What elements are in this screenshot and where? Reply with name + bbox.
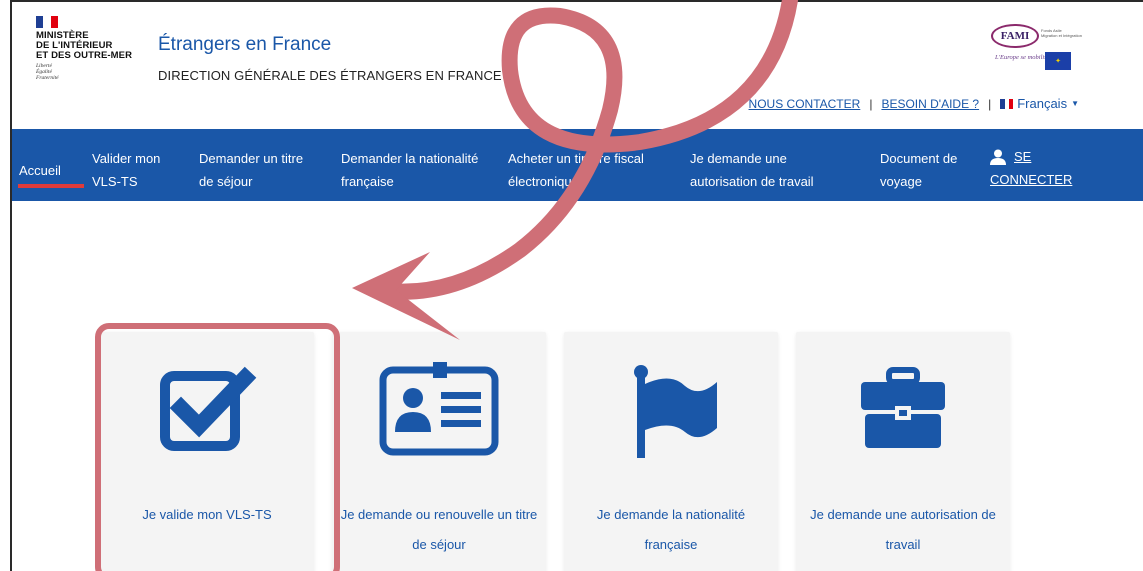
nav-item-timbre-fiscal[interactable]: Acheter un timbre fiscal électronique <box>508 147 644 193</box>
nav-item-accueil[interactable]: Accueil <box>19 159 61 182</box>
site-header: MINISTÈRE DE L'INTÉRIEUR ET DES OUTRE-ME… <box>12 2 1143 128</box>
active-indicator <box>18 184 84 188</box>
nav-item-autorisation-travail[interactable]: Je demande une autorisation de travail <box>690 147 814 193</box>
login-label-2: CONNECTER <box>990 172 1073 187</box>
browser-frame: MINISTÈRE DE L'INTÉRIEUR ET DES OUTRE-ME… <box>10 0 1143 571</box>
annotation-highlight-box <box>95 323 340 571</box>
site-subtitle: DIRECTION GÉNÉRALE DES ÉTRANGERS EN FRAN… <box>158 68 502 83</box>
card-label: Je demande une autorisation de travail <box>810 507 996 552</box>
french-flag-icon <box>36 16 58 28</box>
flag-icon <box>634 365 717 458</box>
language-selector[interactable]: Français ▼ <box>1000 96 1079 111</box>
login-label-1: SE <box>1014 149 1032 164</box>
caret-down-icon: ▼ <box>1071 99 1079 108</box>
main-nav: Accueil Valider mon VLS-TS Demander un t… <box>12 129 1143 201</box>
language-label: Français <box>1017 96 1068 111</box>
id-card-icon <box>379 362 499 456</box>
card-nationalite[interactable]: Je demande la nationalité française <box>564 332 778 571</box>
fami-description: Fonds Asile Migration et Intégration <box>1041 28 1082 38</box>
nav-item-document-voyage[interactable]: Document de voyage <box>880 147 957 193</box>
nav-item-valider-vls-ts[interactable]: Valider mon VLS-TS <box>92 147 160 193</box>
briefcase-icon <box>861 367 945 448</box>
separator: | <box>988 96 992 111</box>
help-link[interactable]: BESOIN D'AIDE ? <box>881 97 979 111</box>
french-flag-icon <box>1000 98 1014 109</box>
fami-slogan: L'Europe se mobilise <box>995 54 1050 61</box>
eu-flag-icon: ✦ <box>1045 52 1071 70</box>
login-link[interactable]: SE CONNECTER <box>990 145 1072 191</box>
site-title[interactable]: Étrangers en France <box>158 34 331 56</box>
contact-link[interactable]: NOUS CONTACTER <box>749 97 861 111</box>
republic-motto: Liberté Égalité Fraternité <box>36 63 59 81</box>
card-titre-sejour[interactable]: Je demande ou renouvelle un titre de séj… <box>332 332 546 571</box>
fami-logo: FAMI Fonds Asile Migration et Intégratio… <box>987 24 1087 74</box>
separator: | <box>869 96 873 111</box>
card-autorisation-travail[interactable]: Je demande une autorisation de travail <box>796 332 1010 571</box>
nav-item-nationalite[interactable]: Demander la nationalité française <box>341 147 478 193</box>
ministry-name: MINISTÈRE DE L'INTÉRIEUR ET DES OUTRE-ME… <box>36 30 133 61</box>
nav-item-titre-sejour[interactable]: Demander un titre de séjour <box>199 147 303 193</box>
card-label: Je demande la nationalité française <box>596 507 746 552</box>
user-icon <box>990 149 1006 165</box>
ministry-logo[interactable]: MINISTÈRE DE L'INTÉRIEUR ET DES OUTRE-ME… <box>36 16 146 81</box>
card-label: Je demande ou renouvelle un titre de séj… <box>340 507 538 552</box>
top-links: NOUS CONTACTER | BESOIN D'AIDE ? | Franç… <box>749 96 1079 111</box>
fami-brand: FAMI <box>991 24 1039 48</box>
